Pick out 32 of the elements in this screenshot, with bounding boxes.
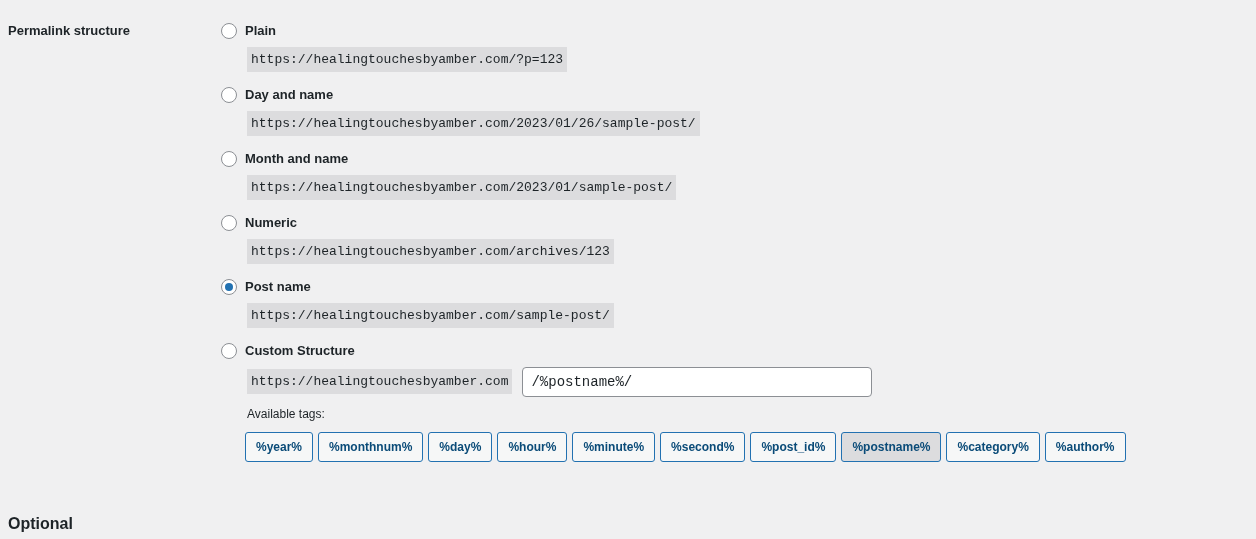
option-label: Day and name: [245, 86, 334, 104]
option-label: Numeric: [245, 214, 298, 232]
tag-button[interactable]: %second%: [660, 431, 746, 462]
section-heading: Optional: [8, 514, 73, 532]
url-example: https://healingtouchesbyamber.com/2023/01/sample-post/: [247, 174, 677, 200]
custom-structure-field[interactable]: /%postname%/: [522, 366, 873, 397]
radio-button[interactable]: [221, 342, 237, 359]
tag-button[interactable]: %postname%: [841, 431, 942, 462]
option-label: Custom Structure: [245, 342, 355, 360]
tag-button[interactable]: %hour%: [497, 431, 568, 462]
tag-button[interactable]: %minute%: [572, 431, 656, 462]
tag-button[interactable]: %monthnum%: [318, 431, 424, 462]
url-example: https://healingtouchesbyamber.com/sample-post/: [247, 302, 614, 328]
url-example: https://healingtouchesbyamber.com/?p=123: [247, 46, 568, 72]
tag-button[interactable]: %category%: [946, 431, 1040, 462]
option-label: Plain: [245, 22, 277, 40]
radio-button[interactable]: [221, 150, 237, 167]
tags-label: Available tags:: [247, 405, 326, 423]
radio-button[interactable]: [221, 278, 237, 295]
url-example: https://healingtouchesbyamber.com/archives/123: [247, 238, 614, 264]
option-label: Month and name: [245, 150, 349, 168]
radio-button[interactable]: [221, 22, 237, 39]
tag-button[interactable]: %author%: [1044, 431, 1126, 462]
option-label: Post name: [245, 278, 311, 296]
tag-button[interactable]: %post_id%: [750, 431, 837, 462]
url-example: https://healingtouchesbyamber.com/2023/01/26/sample-post/: [247, 110, 700, 136]
tag-button[interactable]: %year%: [245, 431, 314, 462]
field-label: Permalink structure: [8, 23, 131, 38]
url-prefix: https://healingtouchesbyamber.com: [247, 368, 513, 395]
tag-button[interactable]: %day%: [428, 431, 493, 462]
radio-button[interactable]: [221, 86, 237, 103]
radio-button[interactable]: [221, 214, 237, 231]
